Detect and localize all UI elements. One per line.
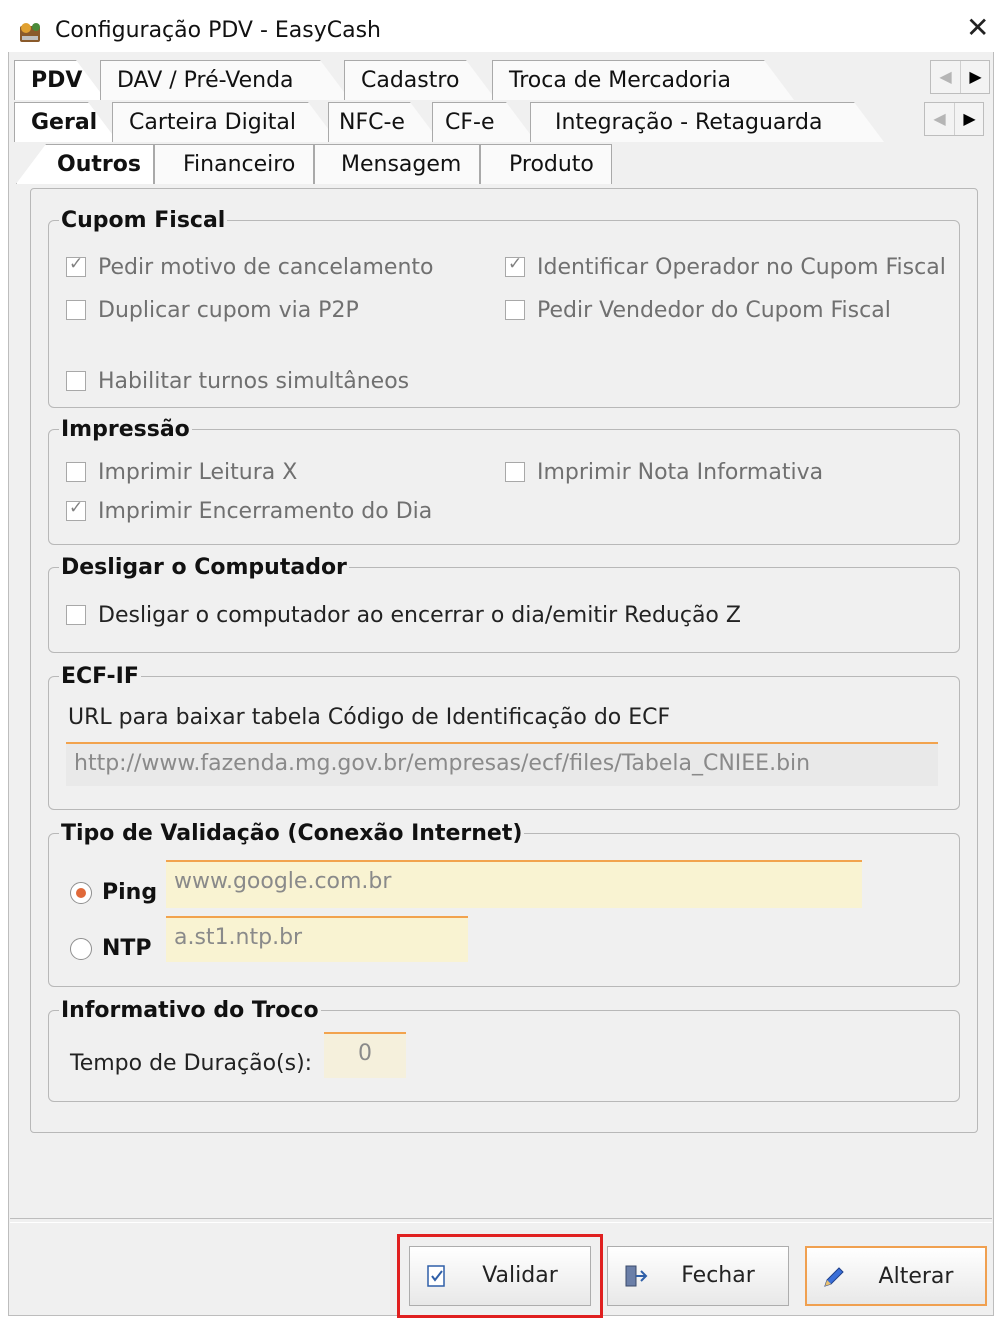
tab-label: Cadastro (361, 68, 460, 93)
tab-label: Carteira Digital (129, 110, 297, 135)
checkbox-icon[interactable] (66, 605, 86, 625)
checkbox-label: Duplicar cupom via P2P (98, 298, 359, 323)
tab-carteira-digital[interactable]: Carteira Digital (112, 102, 338, 142)
group-legend: Cupom Fiscal (61, 208, 226, 233)
radio-ping[interactable] (70, 882, 92, 904)
checkbox-identificar-operador[interactable]: Identificar Operador no Cupom Fiscal (505, 254, 946, 280)
chevron-left-icon[interactable]: ◀ (925, 103, 955, 135)
tab-label: Produto (509, 152, 594, 177)
group-informativo-troco: Informativo do Troco (48, 998, 960, 1102)
tempo-duracao-field[interactable]: 0 (324, 1032, 406, 1078)
checkbox-pedir-motivo[interactable]: Pedir motivo de cancelamento (66, 254, 434, 280)
validar-highlight-box (397, 1234, 603, 1318)
alterar-button[interactable]: Alterar (805, 1246, 987, 1306)
footer-separator (10, 1218, 992, 1223)
ecf-url-field[interactable]: http://www.fazenda.mg.gov.br/empresas/ec… (66, 742, 938, 786)
tab-financeiro[interactable]: Financeiro (154, 144, 314, 184)
ntp-host-field[interactable]: a.st1.ntp.br (166, 916, 468, 962)
group-legend: Tipo de Validação (Conexão Internet) (61, 821, 523, 846)
checkbox-label: Imprimir Nota Informativa (537, 460, 824, 485)
tab-label: Outros (57, 152, 141, 177)
checkbox-label: Pedir motivo de cancelamento (98, 255, 434, 280)
group-legend: ECF-IF (61, 664, 139, 689)
checkbox-pedir-vendedor[interactable]: Pedir Vendedor do Cupom Fiscal (505, 298, 891, 323)
checkbox-duplicar-cupom[interactable]: Duplicar cupom via P2P (66, 298, 359, 323)
checkbox-label: Imprimir Leitura X (98, 460, 298, 485)
radio-ping-label: Ping (102, 880, 158, 905)
tab-label: NFC-e (339, 110, 405, 135)
chevron-right-icon[interactable]: ▶ (955, 103, 984, 135)
checkbox-icon[interactable] (66, 462, 86, 482)
tab-label: Geral (31, 110, 98, 135)
tab-row-2-scroller[interactable]: ◀ ▶ (924, 102, 984, 136)
tab-row-1-scroller[interactable]: ◀ ▶ (930, 60, 990, 94)
tab-produto[interactable]: Produto (480, 144, 612, 184)
tab-label: Financeiro (183, 152, 296, 177)
tempo-duracao-label: Tempo de Duração(s): (70, 1051, 313, 1076)
radio-ntp-label: NTP (102, 936, 152, 961)
tab-mensagem[interactable]: Mensagem (314, 144, 480, 184)
close-icon[interactable]: ✕ (966, 14, 989, 42)
ping-host-field[interactable]: www.google.com.br (166, 860, 862, 908)
checkbox-imprimir-nota-informativa[interactable]: Imprimir Nota Informativa (505, 460, 823, 485)
tab-label: PDV (31, 68, 83, 93)
checkbox-label: Desligar o computador ao encerrar o dia/… (98, 603, 741, 628)
window-title: Configuração PDV - EasyCash (55, 18, 381, 43)
group-ecf-if: ECF-IF (48, 664, 960, 810)
chevron-left-icon[interactable]: ◀ (931, 61, 961, 93)
group-legend: Desligar o Computador (61, 555, 347, 580)
chevron-right-icon[interactable]: ▶ (961, 61, 990, 93)
checkbox-icon[interactable] (505, 462, 525, 482)
ecf-url-label: URL para baixar tabela Código de Identif… (68, 705, 671, 730)
group-legend: Informativo do Troco (61, 998, 319, 1023)
checkbox-label: Habilitar turnos simultâneos (98, 369, 410, 394)
title-bar: Configuração PDV - EasyCash ✕ (0, 0, 996, 52)
checkbox-label: Imprimir Encerramento do Dia (98, 499, 433, 524)
checkbox-imprimir-encerramento[interactable]: Imprimir Encerramento do Dia (66, 498, 433, 524)
checkbox-checked-icon[interactable] (505, 254, 525, 277)
tab-label: DAV / Pré-Venda (117, 68, 294, 93)
checkbox-label: Pedir Vendedor do Cupom Fiscal (537, 298, 891, 323)
checkbox-imprimir-leitura-x[interactable]: Imprimir Leitura X (66, 460, 297, 485)
tab-label: CF-e (445, 110, 495, 135)
checkbox-turnos-simultaneos[interactable]: Habilitar turnos simultâneos (66, 369, 409, 394)
checkbox-checked-icon[interactable] (66, 498, 86, 521)
tab-label: Troca de Mercadoria (509, 68, 732, 93)
checkbox-desligar-computador[interactable]: Desligar o computador ao encerrar o dia/… (66, 603, 741, 628)
checkbox-checked-icon[interactable] (66, 254, 86, 277)
checkbox-label: Identificar Operador no Cupom Fiscal (537, 255, 946, 280)
button-label: Fechar (681, 1263, 755, 1288)
tab-dav[interactable]: DAV / Pré-Venda (100, 60, 350, 100)
checkbox-icon[interactable] (505, 300, 525, 320)
button-label: Alterar (878, 1264, 954, 1289)
tab-label: Integração - Retaguarda (555, 110, 823, 135)
group-legend: Impressão (61, 417, 190, 442)
checkbox-icon[interactable] (66, 371, 86, 391)
fechar-button[interactable]: Fechar (607, 1246, 789, 1306)
tab-integracao[interactable]: Integração - Retaguarda (530, 102, 884, 142)
tab-label: Mensagem (341, 152, 462, 177)
app-icon (20, 23, 40, 42)
tab-troca[interactable]: Troca de Mercadoria (492, 60, 794, 100)
radio-ntp[interactable] (70, 938, 92, 960)
checkbox-icon[interactable] (66, 300, 86, 320)
